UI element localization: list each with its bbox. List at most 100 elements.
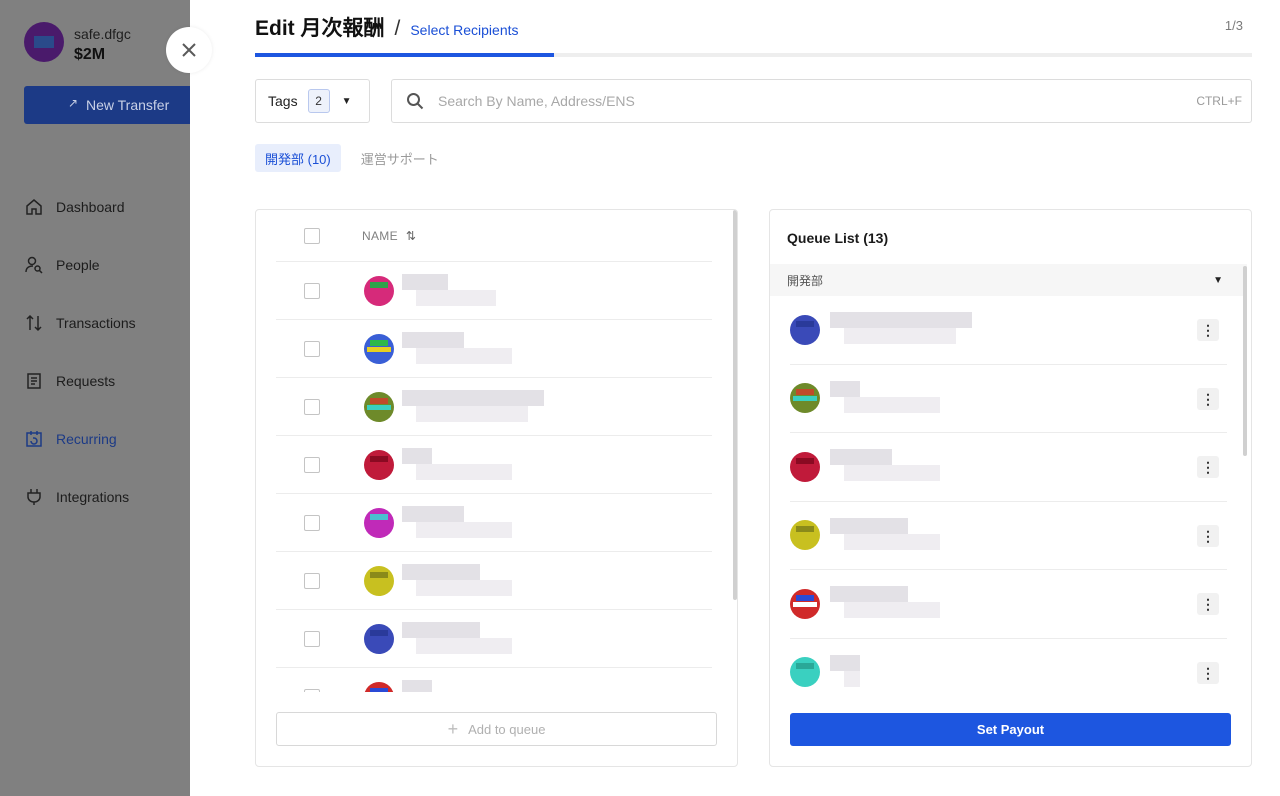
tab-operations-support[interactable]: 運営サポート bbox=[351, 144, 449, 172]
plus-icon: + bbox=[447, 718, 459, 739]
recipient-avatar bbox=[364, 507, 394, 538]
redacted-name bbox=[402, 680, 432, 692]
table-row[interactable] bbox=[276, 494, 712, 552]
row-checkbox[interactable] bbox=[304, 572, 320, 589]
close-button[interactable] bbox=[166, 27, 212, 73]
redacted-address bbox=[416, 290, 496, 306]
sidebar-item-people[interactable]: People bbox=[24, 236, 136, 294]
queue-group-header[interactable]: 開発部 ▼ bbox=[770, 264, 1247, 296]
recipient-avatar bbox=[790, 657, 820, 688]
row-checkbox[interactable] bbox=[304, 398, 320, 415]
name-column-label: NAME bbox=[362, 228, 398, 243]
queue-scrollbar[interactable] bbox=[1243, 266, 1247, 456]
step-counter: 1/3 bbox=[1224, 18, 1243, 33]
redacted-address bbox=[416, 580, 512, 596]
account-switcher[interactable]: safe.dfgc $2M bbox=[24, 22, 131, 64]
home-icon bbox=[24, 197, 44, 217]
avatar-pattern bbox=[793, 327, 817, 333]
recipient-avatar bbox=[790, 383, 820, 414]
sidebar-item-recurring[interactable]: Recurring bbox=[24, 410, 136, 468]
row-checkbox[interactable] bbox=[304, 514, 320, 531]
select-all-checkbox[interactable] bbox=[304, 227, 320, 244]
more-options-icon[interactable]: ⋮ bbox=[1197, 456, 1219, 478]
avatar-pattern bbox=[799, 539, 811, 546]
table-row[interactable] bbox=[276, 552, 712, 610]
avatar-pattern bbox=[367, 520, 391, 526]
redacted-name bbox=[402, 274, 448, 290]
avatar-pattern bbox=[799, 676, 811, 683]
avatar-pattern bbox=[799, 402, 811, 409]
queue-group-label: 開発部 bbox=[787, 273, 824, 288]
avatar-pattern bbox=[793, 396, 817, 402]
sidebar-item-dashboard[interactable]: Dashboard bbox=[24, 178, 136, 236]
table-row[interactable] bbox=[276, 262, 712, 320]
avatar-pattern bbox=[370, 687, 388, 692]
document-icon bbox=[24, 371, 44, 391]
sort-icon[interactable]: ⇅ bbox=[406, 229, 416, 243]
avatar-pattern bbox=[373, 352, 385, 359]
recipient-avatar bbox=[364, 623, 394, 654]
page-title: Edit 月次報酬 bbox=[255, 17, 385, 40]
redacted-address bbox=[416, 464, 512, 480]
plug-icon bbox=[24, 487, 44, 507]
more-options-icon[interactable]: ⋮ bbox=[1197, 593, 1219, 615]
recipient-name-redacted bbox=[402, 564, 572, 602]
recipient-name-redacted bbox=[402, 332, 572, 370]
redacted-address bbox=[416, 638, 512, 654]
sidebar-item-label: Integrations bbox=[56, 489, 130, 505]
tab-development[interactable]: 開発部 (10) bbox=[255, 144, 341, 172]
queue-title: Queue List (13) bbox=[787, 230, 889, 246]
more-options-icon[interactable]: ⋮ bbox=[1197, 661, 1219, 684]
row-checkbox[interactable] bbox=[304, 688, 320, 692]
redacted-address bbox=[844, 328, 956, 344]
table-row[interactable] bbox=[276, 320, 712, 378]
new-transfer-button[interactable]: ↗ New Transfer bbox=[24, 86, 204, 124]
recipient-name-redacted bbox=[830, 586, 1000, 624]
table-row[interactable] bbox=[276, 378, 712, 436]
redacted-address bbox=[844, 396, 940, 413]
redacted-name bbox=[830, 654, 860, 671]
recipient-list-card: NAME ⇅ + Add to queue bbox=[255, 209, 738, 767]
more-options-icon[interactable]: ⋮ bbox=[1197, 387, 1219, 410]
recipient-avatar bbox=[364, 681, 394, 692]
avatar-pattern bbox=[370, 513, 388, 520]
list-scrollbar[interactable] bbox=[733, 210, 737, 600]
recipient-avatar bbox=[790, 520, 820, 551]
avatar-pattern bbox=[370, 397, 388, 404]
table-row[interactable] bbox=[276, 610, 712, 668]
avatar-pattern bbox=[793, 601, 817, 607]
set-payout-button[interactable]: Set Payout bbox=[790, 713, 1231, 746]
recipient-name-redacted bbox=[402, 274, 572, 312]
avatar-pattern bbox=[793, 464, 817, 470]
background-sidebar: safe.dfgc $2M ↗ New Transfer Dashboard P… bbox=[0, 0, 204, 796]
search-box: CTRL+F bbox=[391, 79, 1252, 123]
recipient-avatar bbox=[364, 275, 394, 306]
breadcrumb-separator: / bbox=[394, 17, 401, 40]
sidebar-item-requests[interactable]: Requests bbox=[24, 352, 136, 410]
redacted-address bbox=[844, 465, 940, 481]
avatar-pattern bbox=[367, 288, 391, 294]
search-input[interactable] bbox=[438, 93, 1158, 109]
list-item: ⋮ bbox=[790, 639, 1227, 692]
redacted-name bbox=[402, 564, 480, 580]
avatar-pattern bbox=[370, 339, 388, 346]
row-checkbox[interactable] bbox=[304, 340, 320, 357]
sidebar-item-integrations[interactable]: Integrations bbox=[24, 468, 136, 526]
tag-filter-tabs: 開発部 (10) 運営サポート bbox=[255, 144, 459, 172]
more-options-icon[interactable]: ⋮ bbox=[1197, 524, 1219, 547]
account-avatar bbox=[24, 22, 64, 62]
table-row[interactable] bbox=[276, 668, 712, 692]
add-to-queue-button[interactable]: + Add to queue bbox=[276, 712, 717, 746]
row-checkbox[interactable] bbox=[304, 456, 320, 473]
redacted-name bbox=[402, 390, 544, 406]
recipient-name-redacted bbox=[402, 448, 572, 486]
row-checkbox[interactable] bbox=[304, 282, 320, 299]
sidebar-item-label: Recurring bbox=[56, 431, 117, 447]
tags-filter-select[interactable]: Tags 2 ▼ bbox=[255, 79, 370, 123]
avatar-pattern bbox=[370, 629, 388, 636]
row-checkbox[interactable] bbox=[304, 630, 320, 647]
table-row[interactable] bbox=[276, 436, 712, 494]
more-options-icon[interactable]: ⋮ bbox=[1197, 319, 1219, 341]
name-column-header[interactable]: NAME ⇅ bbox=[362, 229, 416, 243]
sidebar-item-transactions[interactable]: Transactions bbox=[24, 294, 136, 352]
